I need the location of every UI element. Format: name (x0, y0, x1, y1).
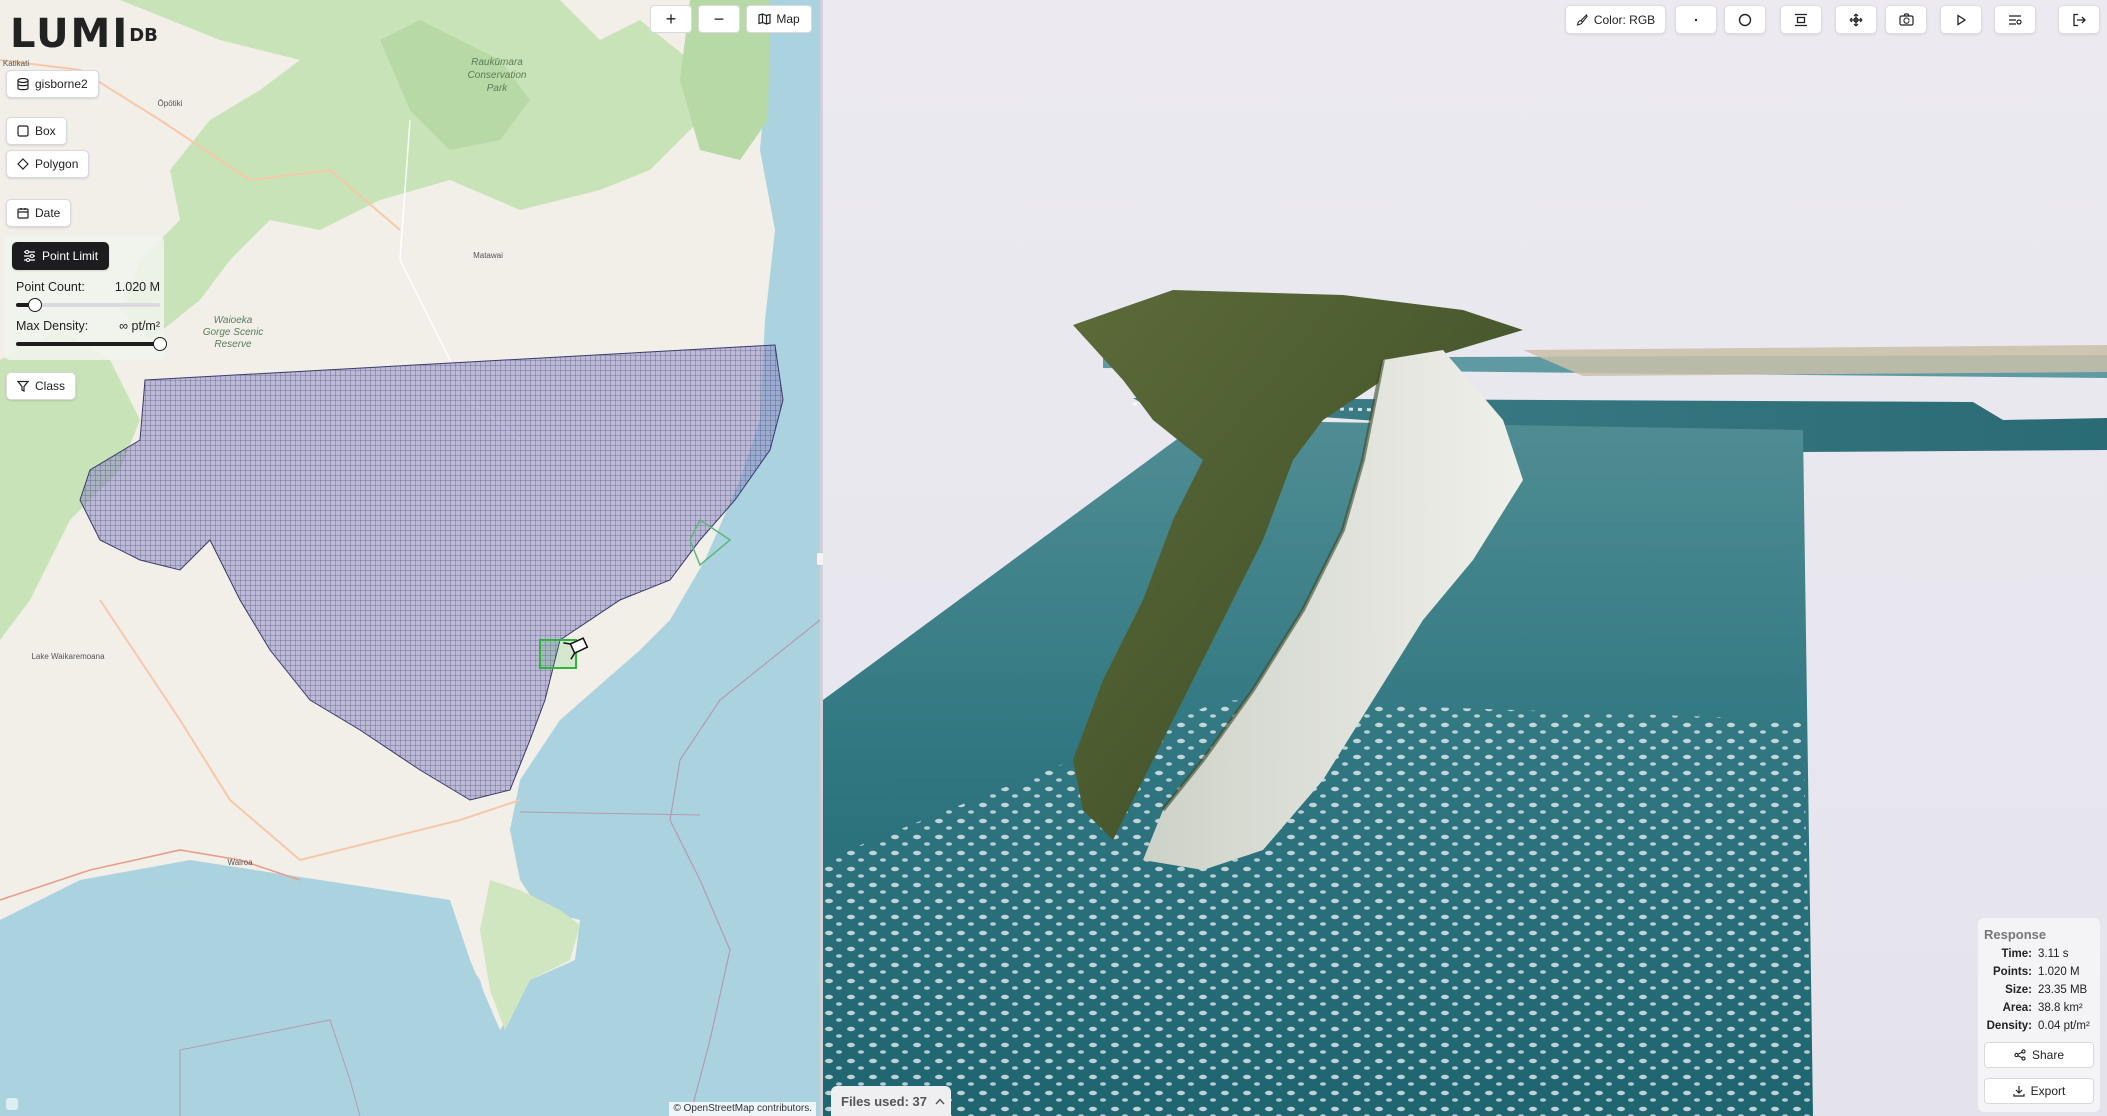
sliders-icon (24, 250, 35, 262)
calendar-icon (17, 208, 29, 219)
class-label: Class (35, 379, 66, 393)
point-limit-button[interactable]: Point Limit (12, 242, 110, 270)
align-center-icon (1795, 13, 1807, 26)
place-label: Matawai (473, 251, 503, 260)
place-label: Katikati (3, 59, 29, 68)
camera-rotate-button[interactable] (1885, 5, 1927, 34)
brush-icon (1576, 13, 1588, 26)
move-icon (1849, 13, 1863, 26)
point-limit-label: Point Limit (42, 249, 99, 263)
settings-list-button[interactable] (1994, 5, 2036, 34)
box-button[interactable]: Box (6, 117, 67, 145)
database-icon (17, 77, 29, 90)
color-mode-label: Color: RGB (1593, 12, 1656, 27)
polygon-label: Polygon (35, 157, 79, 171)
color-mode-button[interactable]: Color: RGB (1565, 5, 1666, 34)
max-density-slider[interactable] (16, 337, 167, 351)
lumidb-app: Raukūmara Conservation Park Waioeka Gorg… (0, 0, 2107, 1116)
point-count-label: Point Count: (16, 280, 85, 294)
place-label: Reserve (214, 339, 252, 350)
max-density-value: ∞ pt/m² (119, 319, 160, 333)
share-label: Share (2031, 1048, 2065, 1062)
point-size-icon (1694, 18, 1698, 21)
map-toggle-button[interactable]: Map (746, 5, 812, 33)
point-cloud-canvas[interactable] (823, 0, 2107, 1116)
map-attribution[interactable]: © OpenStreetMap contributors. (669, 1102, 816, 1116)
date-label: Date (35, 206, 61, 220)
share-icon (2014, 1049, 2026, 1061)
point-cloud-view[interactable]: Color: RGB Files used: 37 Response Time:… (823, 0, 2107, 1116)
square-icon (17, 125, 29, 137)
share-button[interactable]: Share (1984, 1042, 2094, 1068)
point-count-row: Point Count: 1.020 M (16, 280, 160, 294)
slider-thumb[interactable] (153, 337, 167, 351)
logout-button[interactable] (2058, 5, 2100, 34)
box-label: Box (35, 124, 56, 138)
point-shape-button[interactable] (1724, 5, 1766, 34)
play-icon (1957, 13, 1967, 26)
bay-water (0, 880, 520, 1116)
list-settings-icon (2009, 14, 2022, 25)
play-button[interactable] (1940, 5, 1982, 34)
place-label: Park (487, 83, 509, 94)
move-button[interactable] (1835, 5, 1877, 34)
files-used-toggle[interactable]: Files used: 37 (831, 1086, 951, 1116)
map-canvas[interactable]: Raukūmara Conservation Park Waioeka Gorg… (0, 0, 820, 1116)
max-density-label: Max Density: (16, 319, 89, 333)
export-button[interactable]: Export (1984, 1078, 2094, 1104)
diamond-icon (17, 158, 29, 170)
chevron-up-icon (935, 1097, 945, 1104)
map-pane[interactable]: Raukūmara Conservation Park Waioeka Gorg… (0, 0, 820, 1116)
camera-rotate-icon (1898, 13, 1914, 26)
max-density-row: Max Density: ∞ pt/m² (16, 319, 160, 333)
place-label: Raukūmara (471, 57, 523, 68)
class-filter-button[interactable]: Class (6, 372, 77, 400)
place-label: Wairoa (227, 858, 253, 867)
app-logo: LUMIDB (10, 11, 158, 57)
zoom-in-button[interactable]: + (650, 5, 692, 33)
response-title: Response (1984, 927, 2047, 942)
files-used-label: Files used: 37 (841, 1093, 927, 1109)
place-label: Ōpōtiki (158, 99, 183, 108)
polygon-button[interactable]: Polygon (6, 150, 90, 178)
slider-thumb[interactable] (27, 298, 42, 312)
place-label: Waioeka (214, 315, 253, 326)
point-count-slider[interactable] (16, 298, 160, 312)
logout-icon (2073, 13, 2086, 26)
point-size-button[interactable] (1675, 5, 1717, 34)
place-label: Gorge Scenic (203, 327, 264, 338)
dataset-label: gisborne2 (35, 77, 88, 91)
place-label: Lake Waikaremoana (31, 652, 105, 661)
point-count-value: 1.020 M (114, 280, 160, 294)
point-limit-panel: Point Limit Point Count: 1.020 M Max Den… (4, 236, 167, 360)
map-corner-handle (6, 1098, 18, 1110)
export-label: Export (2030, 1084, 2066, 1098)
zoom-out-button[interactable]: − (698, 5, 740, 33)
circle-icon (1738, 13, 1752, 26)
date-button[interactable]: Date (6, 199, 72, 227)
dataset-button[interactable]: gisborne2 (6, 70, 99, 98)
map-toggle-label: Map (776, 12, 800, 26)
download-icon (2013, 1086, 2025, 1097)
beach-strip (1523, 345, 2107, 376)
align-button[interactable] (1780, 5, 1822, 34)
map-icon (758, 13, 771, 25)
place-label: Conservation (468, 70, 527, 81)
response-panel: Response Time: 3.11 s Points: 1.020 M Size… (1978, 918, 2100, 1112)
filter-icon (17, 380, 29, 392)
